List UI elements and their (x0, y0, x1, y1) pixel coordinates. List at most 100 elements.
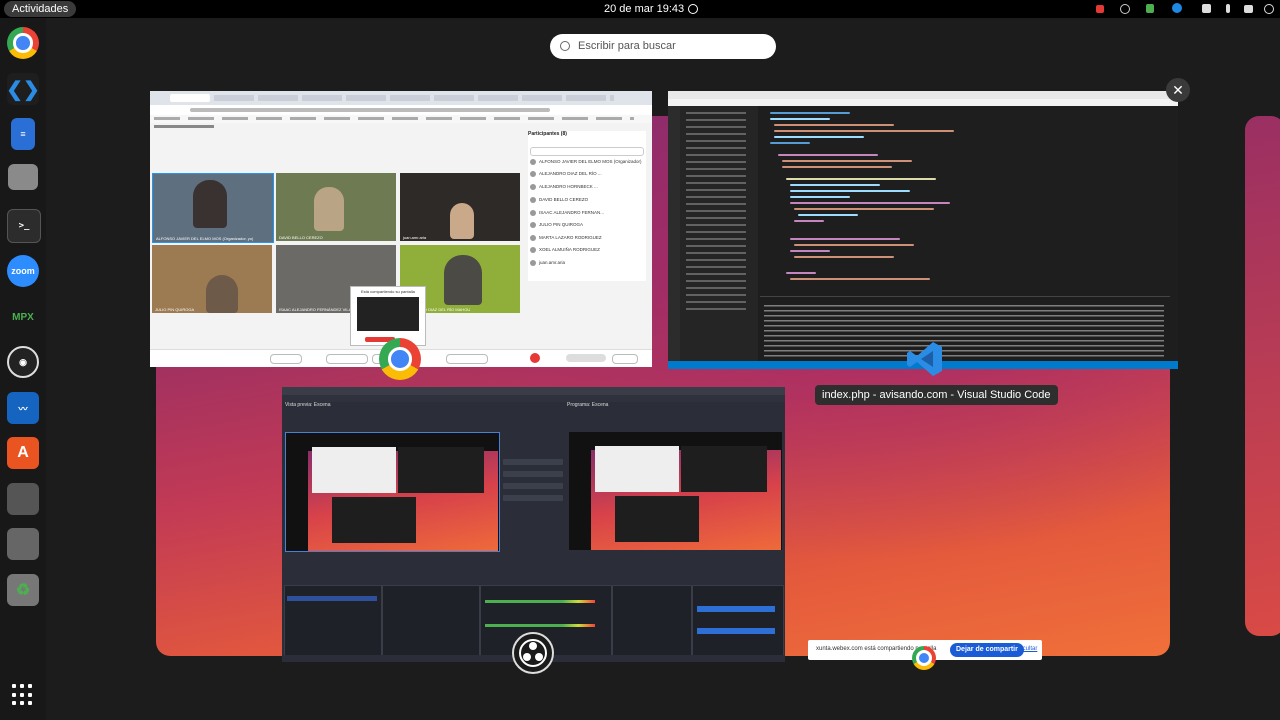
participants-title: Participantes (8) (528, 131, 567, 137)
quick-transition-button[interactable] (503, 471, 563, 477)
tile-label: ALFONSO JAVIER DEL ELMO MOS (Organizador… (156, 236, 254, 241)
shield-icon[interactable] (1146, 4, 1154, 13)
chrome-window-icon (379, 338, 421, 380)
participant-row[interactable]: juan.amr.aria (530, 258, 642, 268)
sources-panel[interactable] (382, 585, 480, 659)
text-editor-icon[interactable]: ≡ (11, 118, 35, 150)
unknown-app-icon[interactable] (7, 483, 39, 515)
bookmarks-bar (150, 115, 652, 123)
hp-icon[interactable] (1172, 3, 1182, 13)
participant-name: ISAAC ALEJANDRO FERNAN... (539, 210, 605, 215)
participant-row[interactable]: JULIO PIN QUIROGA (530, 220, 642, 230)
transition-button[interactable] (503, 459, 563, 465)
participant-name: ALFONSO JAVIER DEL ELMO MOS (Organizador… (539, 159, 642, 164)
video-tile[interactable]: DAVID BELLO CEREZO (276, 173, 396, 241)
vscode-icon[interactable]: ❮❯ (6, 73, 40, 105)
network-icon[interactable] (1202, 4, 1211, 13)
participant-name: JULIO PIN QUIROGA (539, 222, 584, 227)
leave-call-icon[interactable] (530, 353, 540, 363)
vscode-titlebar (668, 91, 1178, 99)
video-grid: ALFONSO JAVIER DEL ELMO MOS (Organizador… (152, 173, 524, 317)
participant-row[interactable]: ALFONSO JAVIER DEL ELMO MOS (Organizador… (530, 157, 642, 167)
vscode-terminal[interactable] (760, 296, 1170, 361)
controls-panel[interactable] (692, 585, 784, 659)
participant-name: ALEJANDRO HORNBECK ... (539, 184, 598, 189)
obs-window[interactable]: Vista previa: Escena Programa: Escena (282, 387, 785, 662)
volume-icon[interactable] (1244, 5, 1253, 13)
show-apps-icon[interactable] (12, 684, 34, 706)
tile-label: JULIO PIN QUIROGA (155, 307, 195, 312)
fade-button[interactable] (503, 483, 563, 489)
participant-name: DAVID BELLO CEREZO (539, 197, 589, 202)
tile-label: ISAAC ALEJANDRO FERNÁNDEZ VILA (279, 307, 352, 312)
participant-row[interactable]: ALEJANDRO HORNBECK ... (530, 182, 642, 192)
vscode-explorer[interactable] (680, 106, 758, 361)
power-icon[interactable] (1264, 4, 1274, 14)
zoom-icon[interactable]: zoom (7, 255, 39, 287)
shared-screen-thumbnail (357, 297, 419, 331)
cut-button[interactable] (503, 495, 563, 501)
preview-canvas[interactable] (285, 432, 500, 552)
system-monitor-icon[interactable]: 〰 (7, 392, 39, 424)
video-tile[interactable]: juan.amr.aria (400, 173, 520, 241)
files-icon[interactable] (8, 164, 38, 190)
obs-window-icon (512, 632, 554, 674)
dock: ❮❯ ≡ >_ zoom MPX ◉ 〰 A ♻ (0, 18, 46, 720)
search-placeholder: Escribir para buscar (578, 40, 676, 52)
vscode-editor[interactable] (760, 108, 1170, 288)
next-workspace[interactable] (1245, 116, 1280, 636)
scenes-panel[interactable] (284, 585, 382, 659)
chat-button[interactable] (612, 354, 638, 364)
chrome-icon[interactable] (7, 27, 39, 59)
vscode-window[interactable] (668, 91, 1178, 369)
participant-name: MARTA LAZARO RODRIGUEZ (539, 235, 602, 240)
participants-panel: Participantes (8) ALFONSO JAVIER DEL ELM… (528, 131, 646, 281)
activities-button[interactable]: Actividades (4, 1, 77, 17)
participant-row[interactable]: XOEL ALMUIÑA RODRIGUEZ (530, 245, 642, 255)
video-tile[interactable]: JULIO PIN QUIROGA (152, 245, 272, 313)
alarm-icon[interactable] (688, 4, 698, 14)
search-input[interactable]: Escribir para buscar (550, 34, 776, 59)
chrome-tray-icon[interactable] (1120, 4, 1130, 14)
clock[interactable]: 20 de mar 19:43 (604, 1, 684, 17)
obs-titlebar (282, 387, 785, 395)
close-window-button[interactable]: ✕ (1166, 78, 1190, 102)
search-icon (560, 41, 570, 51)
terminal-icon[interactable]: >_ (7, 209, 41, 243)
stop-sharing-button[interactable]: Dejar de compartir (950, 643, 1024, 657)
participants-search[interactable] (530, 147, 644, 156)
vscode-activity-bar[interactable] (668, 106, 680, 361)
mpx-icon[interactable]: MPX (7, 301, 39, 333)
mute-button[interactable] (270, 354, 302, 364)
chrome-window-icon (912, 646, 936, 670)
vscode-menubar[interactable] (668, 99, 1178, 106)
participant-row[interactable]: DAVID BELLO CEREZO (530, 195, 642, 205)
participant-name: XOEL ALMUIÑA RODRIGUEZ (539, 247, 600, 252)
meeting-info (154, 125, 214, 128)
scene-transitions-panel[interactable] (612, 585, 692, 659)
tile-label: juan.amr.aria (403, 235, 427, 240)
share-dialog: Está compartiendo su pantalla (350, 286, 426, 346)
window-title-label: index.php - avisando.com - Visual Studio… (815, 385, 1058, 405)
disk-icon[interactable] (7, 528, 39, 560)
participant-row[interactable]: ALEJANDRO DIAZ DEL RÍO ... (530, 169, 642, 179)
obs-icon[interactable]: ◉ (7, 346, 39, 378)
breakout-button[interactable] (446, 354, 488, 364)
microphone-icon[interactable] (1226, 4, 1230, 13)
program-label: Programa: Escena (567, 402, 609, 408)
preview-label: Vista previa: Escena (285, 402, 331, 408)
participant-name: juan.amr.aria (539, 260, 566, 265)
app-center-icon[interactable]: A (7, 437, 39, 469)
participant-row[interactable]: MARTA LAZARO RODRIGUEZ (530, 233, 642, 243)
stop-video-button[interactable] (326, 354, 368, 364)
hide-link[interactable]: Ocultar (1018, 646, 1037, 652)
tile-label: DAVID BELLO CEREZO (279, 235, 323, 240)
trash-icon[interactable]: ♻ (7, 574, 39, 606)
browser-tab-strip[interactable] (150, 91, 652, 105)
obs-menubar[interactable] (282, 395, 785, 402)
participant-row[interactable]: ISAAC ALEJANDRO FERNAN... (530, 208, 642, 218)
program-canvas (569, 432, 782, 550)
grid-app-icon[interactable] (1096, 5, 1104, 13)
participants-button[interactable] (566, 354, 606, 362)
video-tile[interactable]: ALFONSO JAVIER DEL ELMO MOS (Organizador… (152, 173, 274, 243)
